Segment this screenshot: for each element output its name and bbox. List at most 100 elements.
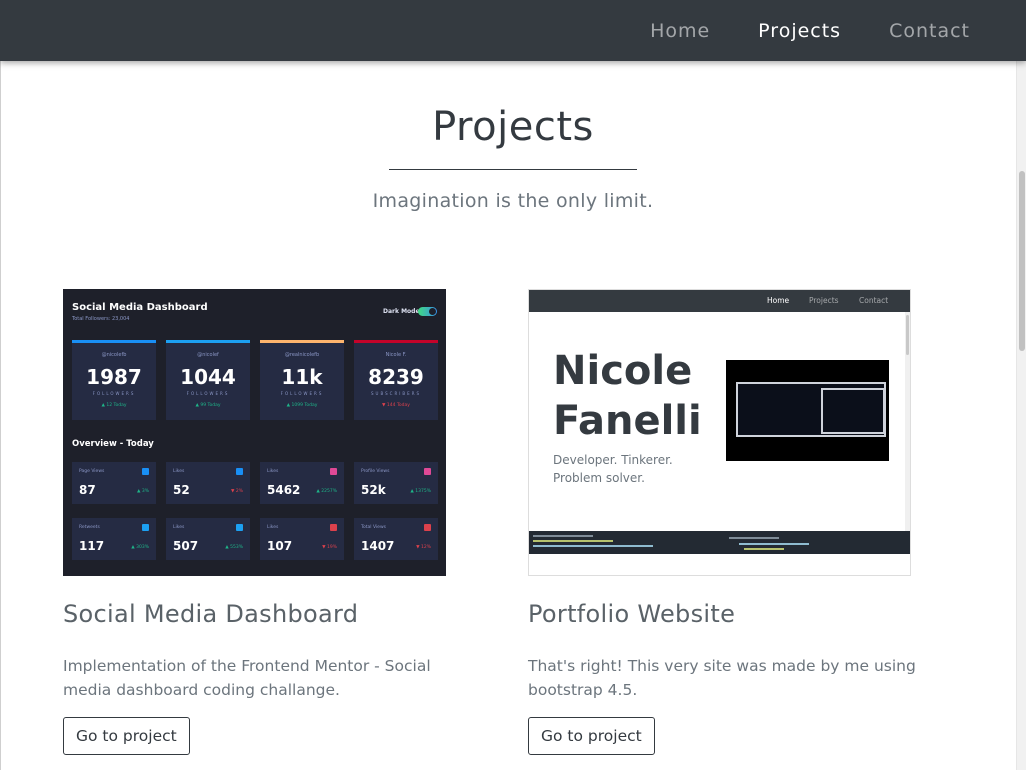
overview-percent: ▲ 303% — [131, 545, 149, 550]
overview-label: Likes — [173, 469, 185, 474]
stat-value: 8239 — [368, 365, 424, 389]
stat-today: ▼ 144 Today — [382, 403, 410, 408]
portfolio-tagline: Developer. Tinkerer. Problem solver. — [553, 451, 673, 487]
overview-label: Likes — [267, 525, 279, 530]
stat-unit: FOLLOWERS — [280, 391, 324, 396]
go-to-project-button[interactable]: Go to project — [63, 717, 190, 755]
section-subtitle: Imagination is the only limit. — [372, 190, 654, 212]
overview-value: 52k — [361, 483, 386, 497]
section-title: Projects — [432, 104, 594, 150]
overview-card: Total Views 1407 ▼ 12% — [354, 518, 438, 560]
overview-card: Likes 52 ▼ 2% — [166, 462, 250, 504]
youtube-icon — [330, 524, 337, 531]
stat-today: ▲ 12 Today — [101, 403, 127, 408]
portfolio-name-first: Nicole — [553, 348, 693, 394]
portfolio-nav-contact: Contact — [859, 296, 889, 305]
stat-handle: @realnicolefb — [284, 352, 320, 358]
stat-value: 11k — [281, 365, 323, 389]
twitter-icon — [236, 524, 243, 531]
code-line — [533, 540, 613, 542]
go-to-project-button[interactable]: Go to project — [528, 717, 655, 755]
stat-card: @nicolefb 1987 FOLLOWERS ▲ 12 Today — [72, 340, 156, 420]
overview-value: 87 — [79, 483, 96, 497]
stat-card: Nicole F. 8239 SUBSCRIBERS ▼ 144 Today — [354, 340, 438, 420]
stat-card: @realnicolefb 11k FOLLOWERS ▲ 1099 Today — [260, 340, 344, 420]
code-line — [533, 545, 653, 547]
facebook-icon — [236, 468, 243, 475]
dark-mode-toggle — [418, 307, 437, 316]
stat-unit: FOLLOWERS — [186, 391, 230, 396]
portfolio-name: Nicole Fanelli — [553, 346, 702, 446]
portfolio-nav-home: Home — [767, 296, 790, 305]
stat-card: @nicolef 1044 FOLLOWERS ▲ 99 Today — [166, 340, 250, 420]
terminal-window — [821, 388, 885, 434]
project-title: Social Media Dashboard — [63, 600, 359, 628]
twitter-icon — [142, 524, 149, 531]
instagram-icon — [424, 468, 431, 475]
overview-title: Overview - Today — [72, 439, 154, 449]
portfolio-nav-projects: Projects — [809, 296, 839, 305]
page-scrollbar[interactable] — [1016, 61, 1026, 770]
project-card-portfolio: Home Projects Contact Nicole Fanelli Dev… — [528, 289, 918, 755]
nav-links: Home Projects Contact — [602, 0, 970, 61]
code-line — [533, 535, 593, 537]
stat-today: ▲ 1099 Today — [286, 403, 318, 408]
dark-mode-label: Dark Mode — [383, 308, 420, 315]
dashboard-subtitle: Total Followers: 23,004 — [72, 316, 130, 322]
overview-label: Page Views — [79, 469, 105, 474]
portfolio-name-last: Fanelli — [553, 398, 702, 444]
project-thumbnail-dashboard[interactable]: Social Media Dashboard Total Followers: … — [63, 289, 446, 576]
overview-percent: ▼ 12% — [416, 545, 431, 550]
project-card-dashboard: Social Media Dashboard Total Followers: … — [63, 289, 453, 755]
overview-card: Profile Views 52k ▲ 1375% — [354, 462, 438, 504]
portfolio-tagline-line1: Developer. Tinkerer. — [553, 453, 673, 467]
portfolio-navbar: Home Projects Contact — [529, 290, 910, 312]
stat-handle: Nicole F. — [385, 352, 407, 358]
overview-label: Retweets — [79, 525, 100, 530]
project-description: That's right! This very site was made by… — [528, 657, 916, 699]
youtube-icon — [424, 524, 431, 531]
overview-card: Likes 107 ▼ 19% — [260, 518, 344, 560]
nav-link-projects[interactable]: Projects — [758, 20, 841, 42]
overview-value: 117 — [79, 539, 105, 553]
code-editor-strip — [529, 531, 910, 554]
navbar: Home Projects Contact — [0, 0, 1026, 61]
project-title: Portfolio Website — [528, 600, 736, 628]
portfolio-tagline-line2: Problem solver. — [553, 471, 645, 485]
overview-percent: ▲ 3% — [136, 489, 149, 494]
overview-percent: ▼ 19% — [322, 545, 337, 550]
stat-unit: FOLLOWERS — [92, 391, 136, 396]
stat-unit: SUBSCRIBERS — [370, 391, 422, 396]
overview-percent: ▲ 553% — [225, 545, 243, 550]
overview-value: 52 — [173, 483, 190, 497]
overview-label: Total Views — [361, 525, 386, 530]
project-description: Implementation of the Frontend Mentor - … — [63, 657, 431, 699]
overview-percent: ▲ 2257% — [316, 489, 337, 494]
overview-label: Profile Views — [361, 469, 390, 474]
code-line — [739, 543, 809, 545]
code-line — [744, 548, 784, 550]
nav-link-contact[interactable]: Contact — [889, 20, 970, 42]
instagram-icon — [330, 468, 337, 475]
overview-value: 1407 — [361, 539, 395, 553]
title-divider — [389, 169, 637, 170]
nav-link-home[interactable]: Home — [650, 20, 710, 42]
stat-handle: @nicolefb — [101, 352, 127, 358]
overview-label: Likes — [173, 525, 185, 530]
project-thumbnail-portfolio[interactable]: Home Projects Contact Nicole Fanelli Dev… — [528, 289, 911, 576]
stat-today: ▲ 99 Today — [195, 403, 221, 408]
terminal-screenshot — [726, 360, 889, 461]
code-line — [729, 537, 779, 539]
overview-card: Page Views 87 ▲ 3% — [72, 462, 156, 504]
overview-value: 107 — [267, 539, 293, 553]
overview-card: Retweets 117 ▲ 303% — [72, 518, 156, 560]
dashboard-title: Social Media Dashboard — [72, 302, 208, 313]
page-border — [0, 61, 1, 770]
overview-value: 507 — [173, 539, 199, 553]
portfolio-scrollbar — [905, 312, 910, 531]
facebook-icon — [142, 468, 149, 475]
stat-value: 1044 — [180, 365, 236, 389]
overview-percent: ▲ 1375% — [410, 489, 431, 494]
overview-card: Likes 507 ▲ 553% — [166, 518, 250, 560]
stat-value: 1987 — [86, 365, 142, 389]
